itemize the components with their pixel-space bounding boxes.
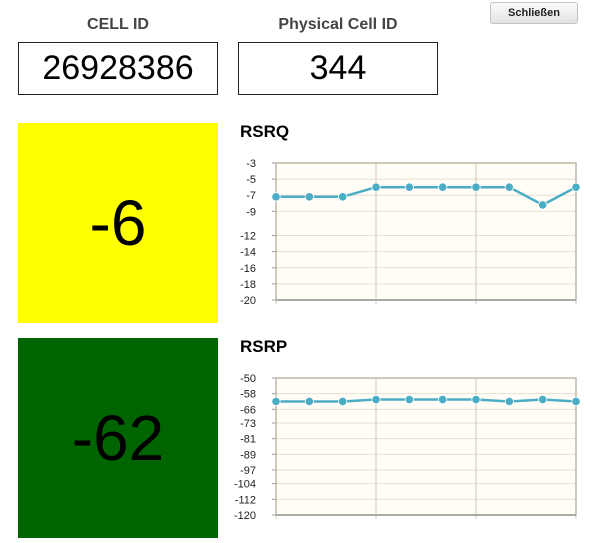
y-tick-label: -50 xyxy=(240,373,256,385)
y-tick-label: -89 xyxy=(240,449,256,461)
y-tick-label: -104 xyxy=(234,479,256,491)
data-point xyxy=(404,394,414,405)
data-point xyxy=(404,182,414,192)
data-point xyxy=(538,394,548,405)
data-point xyxy=(338,192,348,202)
data-point xyxy=(538,200,548,210)
y-tick-label: -66 xyxy=(240,404,256,416)
physical-cell-id-label: Physical Cell ID xyxy=(278,16,398,33)
y-tick-label: -20 xyxy=(240,295,256,307)
rsrq-value-tile: -6 xyxy=(18,123,218,323)
rsrq-chart-title: RSRQ xyxy=(240,122,290,141)
data-point xyxy=(504,396,514,407)
y-tick-label: -12 xyxy=(240,231,256,243)
data-point xyxy=(271,396,281,407)
rsrq-chart: -3 -5 -7 -9 -12 -14 -16 -18 -20 xyxy=(240,158,581,307)
data-point xyxy=(371,182,381,192)
data-point xyxy=(571,182,581,192)
data-point xyxy=(304,192,314,202)
cell-id-value: 26928386 xyxy=(18,42,218,95)
rsrq-value: -6 xyxy=(89,187,147,259)
close-button[interactable]: Schließen xyxy=(490,2,578,24)
y-tick-label: -3 xyxy=(246,158,256,170)
y-tick-label: -14 xyxy=(240,247,256,259)
cell-id-label: CELL ID xyxy=(87,16,149,33)
data-point xyxy=(471,182,481,192)
y-tick-label: -5 xyxy=(246,174,256,186)
data-point xyxy=(338,396,348,407)
y-tick-label: -16 xyxy=(240,263,256,275)
data-point xyxy=(471,394,481,405)
data-point xyxy=(438,394,448,405)
data-point xyxy=(438,182,448,192)
data-point xyxy=(571,396,581,407)
y-tick-label: -81 xyxy=(240,434,256,446)
y-tick-label: -97 xyxy=(240,465,256,477)
data-point xyxy=(504,182,514,192)
rsrp-chart-title: RSRP xyxy=(240,337,288,356)
data-point xyxy=(371,394,381,405)
y-tick-label: -18 xyxy=(240,279,256,291)
data-point xyxy=(304,396,314,407)
data-point xyxy=(271,192,281,202)
rsrp-chart: -50 -58 -66 -73 -81 -89 -97 -104 -112 -120 xyxy=(234,373,581,522)
plot-area xyxy=(276,163,576,300)
y-tick-label: -7 xyxy=(246,190,256,202)
rsrp-value: -62 xyxy=(71,402,165,474)
physical-cell-id-value: 344 xyxy=(238,42,438,95)
y-tick-label: -58 xyxy=(240,389,256,401)
y-tick-label: -120 xyxy=(234,510,256,522)
y-tick-label: -9 xyxy=(246,206,256,218)
y-tick-label: -112 xyxy=(235,494,256,506)
rsrp-value-tile: -62 xyxy=(18,338,218,538)
y-tick-label: -73 xyxy=(240,418,256,430)
